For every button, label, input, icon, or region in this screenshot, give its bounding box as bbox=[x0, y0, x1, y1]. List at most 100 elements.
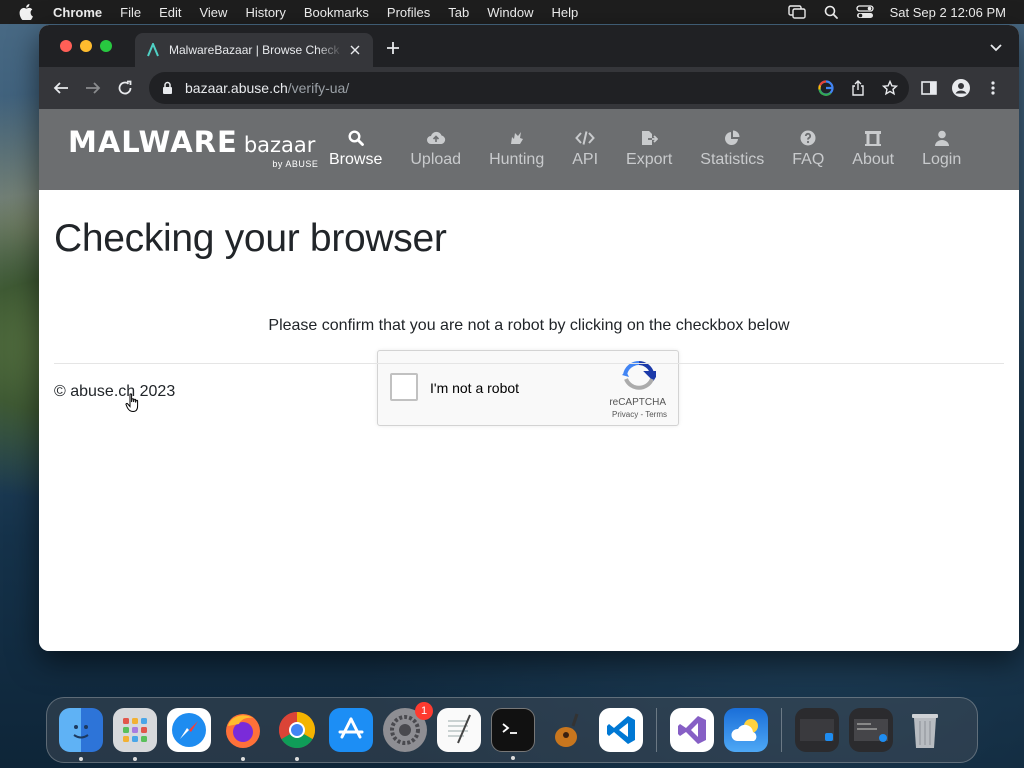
tab-strip: MalwareBazaar | Browse Check bbox=[39, 25, 1019, 67]
tab-search-chevron-icon[interactable] bbox=[989, 41, 1003, 55]
control-center-icon[interactable] bbox=[855, 4, 874, 20]
recaptcha-brand: reCAPTCHA bbox=[609, 397, 666, 408]
side-panel-icon[interactable] bbox=[919, 78, 939, 98]
robot-notice: Please confirm that you are not a robot … bbox=[268, 317, 790, 334]
spotlight-search-icon[interactable] bbox=[822, 4, 840, 20]
nav-about[interactable]: About bbox=[838, 109, 908, 190]
brand-main: MALWARE bbox=[68, 125, 238, 159]
trash-icon[interactable] bbox=[903, 708, 947, 752]
nav-label: Export bbox=[626, 151, 673, 168]
menu-history[interactable]: History bbox=[236, 5, 294, 20]
notification-badge: 1 bbox=[415, 702, 433, 720]
hand-pointer-cursor-icon bbox=[125, 393, 139, 413]
main-content: Checking your browser Please confirm tha… bbox=[39, 217, 1019, 335]
dock-separator bbox=[656, 708, 657, 752]
chrome-window: MalwareBazaar | Browse Check bazaar.abus… bbox=[39, 25, 1019, 651]
menu-app-chrome[interactable]: Chrome bbox=[44, 5, 111, 20]
tab-title: MalwareBazaar | Browse Check bbox=[169, 43, 340, 57]
brand-sub: bazaar bbox=[243, 133, 316, 157]
launchpad-app-icon[interactable] bbox=[113, 708, 157, 761]
system-settings-app-icon[interactable]: 1 bbox=[383, 702, 433, 752]
nav-upload[interactable]: Upload bbox=[396, 109, 475, 190]
google-lens-icon[interactable] bbox=[817, 79, 835, 97]
firefox-app-icon[interactable] bbox=[221, 708, 265, 761]
visual-studio-app-icon[interactable] bbox=[670, 708, 714, 752]
nav-label: Browse bbox=[329, 151, 383, 168]
profile-avatar-icon[interactable] bbox=[951, 78, 971, 98]
menu-bookmarks[interactable]: Bookmarks bbox=[295, 5, 378, 20]
web-page: MALWARE bazaar by ABUSE Browse Upload Hu… bbox=[39, 109, 1019, 651]
menu-file[interactable]: File bbox=[111, 5, 150, 20]
menu-bar: Chrome File Edit View History Bookmarks … bbox=[0, 0, 1024, 24]
malwarebazaar-favicon-icon bbox=[145, 42, 161, 58]
url-host: bazaar.abuse.ch bbox=[185, 80, 288, 96]
nav-label: Login bbox=[922, 151, 962, 168]
forward-arrow-icon[interactable] bbox=[79, 74, 107, 102]
browser-tab-active[interactable]: MalwareBazaar | Browse Check bbox=[135, 33, 373, 67]
page-title: Checking your browser bbox=[54, 217, 447, 260]
menu-tab[interactable]: Tab bbox=[439, 5, 478, 20]
nav-label: API bbox=[572, 151, 599, 168]
nav-label: FAQ bbox=[792, 151, 825, 168]
textedit-app-icon[interactable] bbox=[437, 708, 481, 752]
screen-mirroring-icon[interactable] bbox=[787, 4, 806, 20]
export-icon bbox=[639, 129, 659, 147]
cloud-upload-icon bbox=[426, 129, 446, 147]
footer-copyright: © abuse.ch 2023 bbox=[54, 383, 176, 400]
clock[interactable]: Sat Sep 2 12:06 PM bbox=[890, 5, 1006, 20]
weather-app-icon[interactable] bbox=[724, 708, 768, 752]
vscode-app-icon[interactable] bbox=[599, 708, 643, 752]
dock: 1 bbox=[46, 697, 978, 763]
question-icon bbox=[798, 129, 818, 147]
garageband-app-icon[interactable] bbox=[545, 708, 589, 752]
nav-label: Statistics bbox=[700, 151, 765, 168]
pie-chart-icon bbox=[722, 129, 742, 147]
lock-icon[interactable] bbox=[159, 80, 175, 96]
chrome-menu-kebab-icon[interactable] bbox=[983, 78, 1003, 98]
new-tab-plus-icon[interactable] bbox=[385, 40, 401, 56]
recaptcha-checkbox[interactable] bbox=[390, 373, 418, 401]
nav-faq[interactable]: FAQ bbox=[778, 109, 838, 190]
dock-separator bbox=[781, 708, 782, 752]
menu-help[interactable]: Help bbox=[543, 5, 588, 20]
address-bar[interactable]: bazaar.abuse.ch/verify-ua/ bbox=[149, 72, 909, 104]
nav-label: About bbox=[852, 151, 895, 168]
hunting-icon bbox=[507, 129, 527, 147]
site-navbar: MALWARE bazaar by ABUSE Browse Upload Hu… bbox=[39, 109, 1019, 190]
minimized-window-thumbnail[interactable] bbox=[795, 708, 839, 752]
apple-menu-icon[interactable] bbox=[18, 4, 34, 20]
app-store-app-icon[interactable] bbox=[329, 708, 373, 752]
recaptcha-widget: I'm not a robot reCAPTCHA Privacy - Term… bbox=[377, 350, 679, 426]
nav-label: Upload bbox=[410, 151, 462, 168]
menu-edit[interactable]: Edit bbox=[150, 5, 190, 20]
nav-export[interactable]: Export bbox=[612, 109, 686, 190]
nav-api[interactable]: API bbox=[558, 109, 612, 190]
nav-label: Hunting bbox=[489, 151, 545, 168]
user-icon bbox=[932, 129, 952, 147]
minimize-window-button[interactable] bbox=[80, 40, 92, 52]
nav-login[interactable]: Login bbox=[908, 109, 975, 190]
nav-browse[interactable]: Browse bbox=[315, 109, 396, 190]
malwarebazaar-logo[interactable]: MALWARE bazaar by ABUSE bbox=[68, 125, 318, 169]
bookmark-star-icon[interactable] bbox=[881, 79, 899, 97]
share-icon[interactable] bbox=[849, 79, 867, 97]
recaptcha-privacy-terms-link[interactable]: Privacy - Terms bbox=[612, 410, 667, 419]
menu-view[interactable]: View bbox=[190, 5, 236, 20]
minimized-window-thumbnail[interactable] bbox=[849, 708, 893, 752]
close-window-button[interactable] bbox=[60, 40, 72, 52]
close-tab-icon[interactable] bbox=[347, 42, 363, 58]
safari-app-icon[interactable] bbox=[167, 708, 211, 752]
url-path: /verify-ua/ bbox=[287, 80, 350, 96]
menu-window[interactable]: Window bbox=[478, 5, 542, 20]
reload-icon[interactable] bbox=[111, 74, 139, 102]
terminal-app-icon[interactable] bbox=[491, 708, 535, 760]
building-icon bbox=[863, 129, 883, 147]
nav-statistics[interactable]: Statistics bbox=[686, 109, 778, 190]
zoom-window-button[interactable] bbox=[100, 40, 112, 52]
chrome-app-icon[interactable] bbox=[275, 708, 319, 761]
finder-app-icon[interactable] bbox=[59, 708, 103, 761]
back-arrow-icon[interactable] bbox=[47, 74, 75, 102]
nav-hunting[interactable]: Hunting bbox=[475, 109, 558, 190]
menu-profiles[interactable]: Profiles bbox=[378, 5, 439, 20]
footer-divider bbox=[54, 363, 1004, 364]
